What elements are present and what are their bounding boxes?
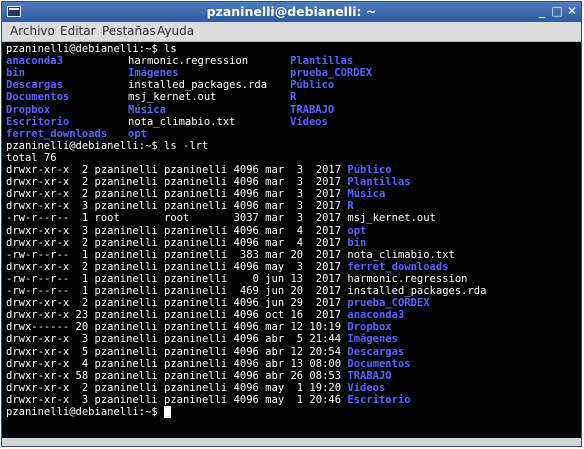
directory-entry: Escritorio xyxy=(347,393,411,406)
listing-meta: -rw-r--r-- 1 pzaninelli pzaninelli 0 jun… xyxy=(6,272,348,285)
listing-meta: drwxr-xr-x 3 pzaninelli pzaninelli 4096 … xyxy=(6,333,348,346)
directory-entry: R xyxy=(347,200,354,213)
listing-row: drwxr-xr-x 58 pzaninelli pzaninelli 4096… xyxy=(6,370,392,382)
listing-row: drwxr-xr-x 4 pzaninelli pzaninelli 4096 … xyxy=(6,358,411,370)
directory-entry: opt xyxy=(128,127,147,140)
listing-row: drwx------ 20 pzaninelli pzaninelli 4096… xyxy=(6,321,392,333)
listing-row: drwxr-xr-x 5 pzaninelli pzaninelli 4096 … xyxy=(6,346,404,358)
file-entry: installed_packages.rda xyxy=(128,79,268,92)
listing-row: drwxr-xr-x 2 pzaninelli pzaninelli 4096 … xyxy=(6,261,449,273)
listing-meta: drwxr-xr-x 2 pzaninelli pzaninelli 4096 … xyxy=(6,176,348,189)
listing-row: -rw-r--r-- 1 root root 3037 mar 3 2017 m… xyxy=(6,212,436,224)
directory-entry: prueba_CORDEX xyxy=(290,67,373,80)
listing-meta: drwxr-xr-x 2 pzaninelli pzaninelli 4096 … xyxy=(6,381,348,394)
listing-meta: -rw-r--r-- 1 pzaninelli pzaninelli 469 j… xyxy=(6,285,348,297)
listing-row: -rw-r--r-- 1 pzaninelli pzaninelli 383 m… xyxy=(6,249,455,261)
directory-entry: Dropbox xyxy=(347,321,392,334)
directory-entry: bin xyxy=(347,236,367,249)
listing-meta: -rw-r--r-- 1 pzaninelli pzaninelli 383 m… xyxy=(6,248,348,261)
total-line: total 76 xyxy=(6,151,57,164)
directory-entry: ferret_downloads xyxy=(6,127,108,140)
prompt-line: pzaninelli@debianelli:~$ ls xyxy=(6,43,177,55)
directory-entry: Dropbox xyxy=(6,103,51,116)
directory-entry: bin xyxy=(6,67,25,80)
file-entry: harmonic.regression xyxy=(347,272,468,285)
window-bottom-border xyxy=(2,438,581,446)
file-entry: nota_climabio.txt xyxy=(347,248,455,261)
listing-meta: drwxr-xr-x 3 pzaninelli pzaninelli 4096 … xyxy=(6,200,348,213)
text-cursor xyxy=(164,406,172,418)
directory-entry: Plantillas xyxy=(347,176,411,189)
listing-row: drwxr-xr-x 2 pzaninelli pzaninelli 4096 … xyxy=(6,297,430,309)
menu-archivo[interactable]: Archivo xyxy=(10,24,55,38)
listing-row: drwxr-xr-x 2 pzaninelli pzaninelli 4096 … xyxy=(6,188,385,200)
menu-pestanas[interactable]: Pestañas xyxy=(102,24,156,38)
listing-meta: drwxr-xr-x 23 pzaninelli pzaninelli 4096… xyxy=(6,309,348,322)
listing-meta: drwxr-xr-x 58 pzaninelli pzaninelli 4096… xyxy=(6,369,348,382)
directory-entry: Descargas xyxy=(6,79,63,92)
terminal-output[interactable]: pzaninelli@debianelli:~$ ls anaconda3 har… xyxy=(2,42,581,438)
directory-entry: Música xyxy=(128,103,166,116)
directory-entry: Público xyxy=(290,79,335,92)
listing-meta: drwxr-xr-x 3 pzaninelli pzaninelli 4096 … xyxy=(6,224,348,237)
prompt-text: pzaninelli@debianelli:~$ xyxy=(6,406,165,418)
directory-entry: R xyxy=(290,91,297,104)
listing-row: drwxr-xr-x 3 pzaninelli pzaninelli 4096 … xyxy=(6,333,398,345)
listing-meta: -rw-r--r-- 1 root root 3037 mar 3 2017 xyxy=(6,212,348,225)
minimize-button[interactable]: _ xyxy=(535,3,549,19)
listing-row: drwxr-xr-x 3 pzaninelli pzaninelli 4096 … xyxy=(6,200,354,212)
listing-row: -rw-r--r-- 1 pzaninelli pzaninelli 0 jun… xyxy=(6,273,467,285)
close-button[interactable]: ✕ xyxy=(565,3,579,19)
listing-row: drwxr-xr-x 2 pzaninelli pzaninelli 4096 … xyxy=(6,176,411,188)
directory-entry: Imágenes xyxy=(128,67,179,80)
title-bar[interactable]: pzaninelli@debianelli: ~ _ □ ✕ xyxy=(2,2,581,22)
listing-meta: drwx------ 20 pzaninelli pzaninelli 4096… xyxy=(6,321,348,334)
directory-entry: Documentos xyxy=(347,357,411,370)
listing-row: drwxr-xr-x 2 pzaninelli pzaninelli 4096 … xyxy=(6,382,385,394)
listing-row: drwxr-xr-x 3 pzaninelli pzaninelli 4096 … xyxy=(6,394,411,406)
menu-editar[interactable]: Editar xyxy=(60,24,96,38)
directory-entry: Vídeos xyxy=(290,115,328,128)
terminal-window: pzaninelli@debianelli: ~ _ □ ✕ Archivo E… xyxy=(1,1,582,447)
directory-entry: anaconda3 xyxy=(6,55,63,68)
directory-entry: TRABAJO xyxy=(290,103,335,116)
window-title: pzaninelli@debianelli: ~ xyxy=(206,4,377,19)
listing-meta: drwxr-xr-x 2 pzaninelli pzaninelli 4096 … xyxy=(6,260,348,273)
directory-entry: opt xyxy=(347,224,367,237)
listing-meta: drwxr-xr-x 2 pzaninelli pzaninelli 4096 … xyxy=(6,297,348,310)
listing-row: drwxr-xr-x 2 pzaninelli pzaninelli 4096 … xyxy=(6,237,366,249)
directory-entry: Vídeos xyxy=(347,381,386,394)
directory-entry: TRABAJO xyxy=(347,369,392,382)
listing-meta: drwxr-xr-x 4 pzaninelli pzaninelli 4096 … xyxy=(6,357,348,370)
directory-entry: Imágenes xyxy=(347,333,398,346)
listing-row: drwxr-xr-x 23 pzaninelli pzaninelli 4096… xyxy=(6,309,404,321)
listing-meta: drwxr-xr-x 2 pzaninelli pzaninelli 4096 … xyxy=(6,188,348,201)
menu-ayuda[interactable]: Ayuda xyxy=(157,24,194,38)
directory-entry: anaconda3 xyxy=(347,309,405,322)
listing-meta: drwxr-xr-x 2 pzaninelli pzaninelli 4096 … xyxy=(6,236,348,249)
directory-entry: Escritorio xyxy=(6,115,70,128)
listing-row: drwxr-xr-x 3 pzaninelli pzaninelli 4096 … xyxy=(6,225,366,237)
prompt-line: pzaninelli@debianelli:~$ xyxy=(6,406,172,418)
listing-meta: drwxr-xr-x 2 pzaninelli pzaninelli 4096 … xyxy=(6,164,348,176)
listing-row: -rw-r--r-- 1 pzaninelli pzaninelli 469 j… xyxy=(6,285,486,297)
file-entry: nota_climabio.txt xyxy=(128,115,236,128)
prompt-line: pzaninelli@debianelli:~$ ls -lrt xyxy=(6,139,209,152)
directory-entry: Público xyxy=(347,164,392,176)
directory-entry: prueba_CORDEX xyxy=(347,297,430,310)
file-entry: msj_kernet.out xyxy=(347,212,436,225)
file-entry: msj_kernet.out xyxy=(128,91,217,104)
maximize-button[interactable]: □ xyxy=(550,3,564,19)
listing-meta: drwxr-xr-x 5 pzaninelli pzaninelli 4096 … xyxy=(6,345,348,358)
directory-entry: Plantillas xyxy=(290,55,354,68)
directory-entry: Descargas xyxy=(347,345,405,358)
file-entry: harmonic.regression xyxy=(128,55,249,68)
directory-entry: Documentos xyxy=(6,91,70,104)
menu-bar: Archivo Editar Pestañas Ayuda xyxy=(2,22,581,42)
listing-meta: drwxr-xr-x 3 pzaninelli pzaninelli 4096 … xyxy=(6,393,348,406)
listing-row: drwxr-xr-x 2 pzaninelli pzaninelli 4096 … xyxy=(6,164,392,176)
directory-entry: Música xyxy=(347,188,386,201)
file-entry: installed_packages.rda xyxy=(347,285,487,297)
directory-entry: ferret_downloads xyxy=(347,260,449,273)
